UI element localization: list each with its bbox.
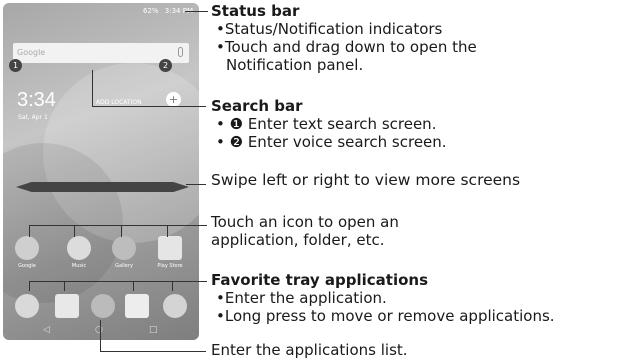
app-icon-music[interactable] bbox=[67, 236, 91, 260]
status-bar-line3: Notification panel. bbox=[226, 56, 364, 74]
status-bar-title: Status bar bbox=[211, 2, 300, 20]
phone-app-icon[interactable] bbox=[15, 294, 39, 318]
badge-1: 1 bbox=[9, 59, 22, 72]
messages-app-icon[interactable] bbox=[55, 294, 79, 318]
badge-2: 2 bbox=[159, 59, 172, 72]
add-location-icon[interactable]: + bbox=[166, 92, 181, 107]
swipe-text: Swipe left or right to view more screens bbox=[211, 171, 521, 189]
search-bar-line1: • ❶ Enter text search screen. bbox=[216, 115, 437, 133]
favorites-line1: •Enter the application. bbox=[216, 289, 387, 307]
callout-line-icons-h bbox=[29, 225, 207, 226]
callout-line-fav-v3 bbox=[133, 281, 134, 291]
search-bar-line2: • ❷ Enter voice search screen. bbox=[216, 133, 447, 151]
home-icon[interactable]: ○ bbox=[95, 325, 103, 335]
app-label-play-store: Play Store bbox=[157, 263, 183, 269]
chrome-app-icon[interactable] bbox=[163, 294, 187, 318]
app-icon-play-store[interactable] bbox=[158, 236, 182, 260]
apps-drawer-icon[interactable] bbox=[91, 294, 115, 318]
phone-status-bar[interactable]: 62% 3:34 PM bbox=[3, 3, 199, 19]
callout-line-search-h bbox=[92, 106, 206, 107]
touch-icon-line1: Touch an icon to open an bbox=[211, 213, 399, 231]
apps-list-text: Enter the applications list. bbox=[211, 341, 408, 359]
callout-line-icons-v4 bbox=[167, 225, 168, 237]
camera-app-icon[interactable] bbox=[125, 294, 149, 318]
callout-line-apps-v bbox=[100, 320, 101, 352]
clock-widget-time[interactable]: 3:34 bbox=[17, 89, 56, 112]
search-placeholder: Google bbox=[17, 48, 46, 57]
swipe-arrow bbox=[16, 182, 189, 192]
callout-line-icons-v3 bbox=[121, 225, 122, 237]
mic-icon[interactable] bbox=[178, 47, 183, 57]
callout-line-fav-h bbox=[29, 281, 207, 282]
callout-line-icons-v2 bbox=[74, 225, 75, 237]
app-icon-gallery[interactable] bbox=[112, 236, 136, 260]
back-icon[interactable]: ◁ bbox=[43, 325, 50, 335]
add-location-label[interactable]: ADD LOCATION bbox=[96, 99, 142, 106]
callout-line-status bbox=[185, 11, 208, 12]
status-bar-line2: •Touch and drag down to open the bbox=[216, 38, 477, 56]
callout-line-icons-v1 bbox=[29, 225, 30, 237]
recents-icon[interactable]: □ bbox=[149, 325, 158, 335]
navigation-bar: ◁ ○ □ bbox=[3, 321, 199, 340]
callout-line-swipe bbox=[186, 184, 206, 185]
status-bar-line1: •Status/Notification indicators bbox=[216, 20, 443, 38]
search-bar-title: Search bar bbox=[211, 97, 303, 115]
favorites-line2: •Long press to move or remove applicatio… bbox=[216, 307, 555, 325]
callout-line-fav-v2 bbox=[64, 281, 65, 291]
battery-percent: 62% bbox=[142, 7, 159, 15]
phone-screenshot: 62% 3:34 PM Google 1 2 3:34 Sat, Apr 1 A… bbox=[3, 3, 199, 340]
clock-widget-date: Sat, Apr 1 bbox=[18, 114, 48, 121]
favorites-title: Favorite tray applications bbox=[211, 271, 429, 289]
app-label-google: Google bbox=[18, 263, 36, 269]
app-label-music: Music bbox=[71, 263, 87, 269]
callout-line-fav-v4 bbox=[172, 281, 173, 291]
callout-line-apps-h bbox=[100, 351, 206, 352]
callout-line-search-v bbox=[92, 70, 93, 107]
app-label-gallery: Gallery bbox=[115, 263, 133, 269]
app-icon-google[interactable] bbox=[15, 236, 39, 260]
touch-icon-line2: application, folder, etc. bbox=[211, 231, 385, 249]
callout-line-fav-v1 bbox=[29, 281, 30, 291]
